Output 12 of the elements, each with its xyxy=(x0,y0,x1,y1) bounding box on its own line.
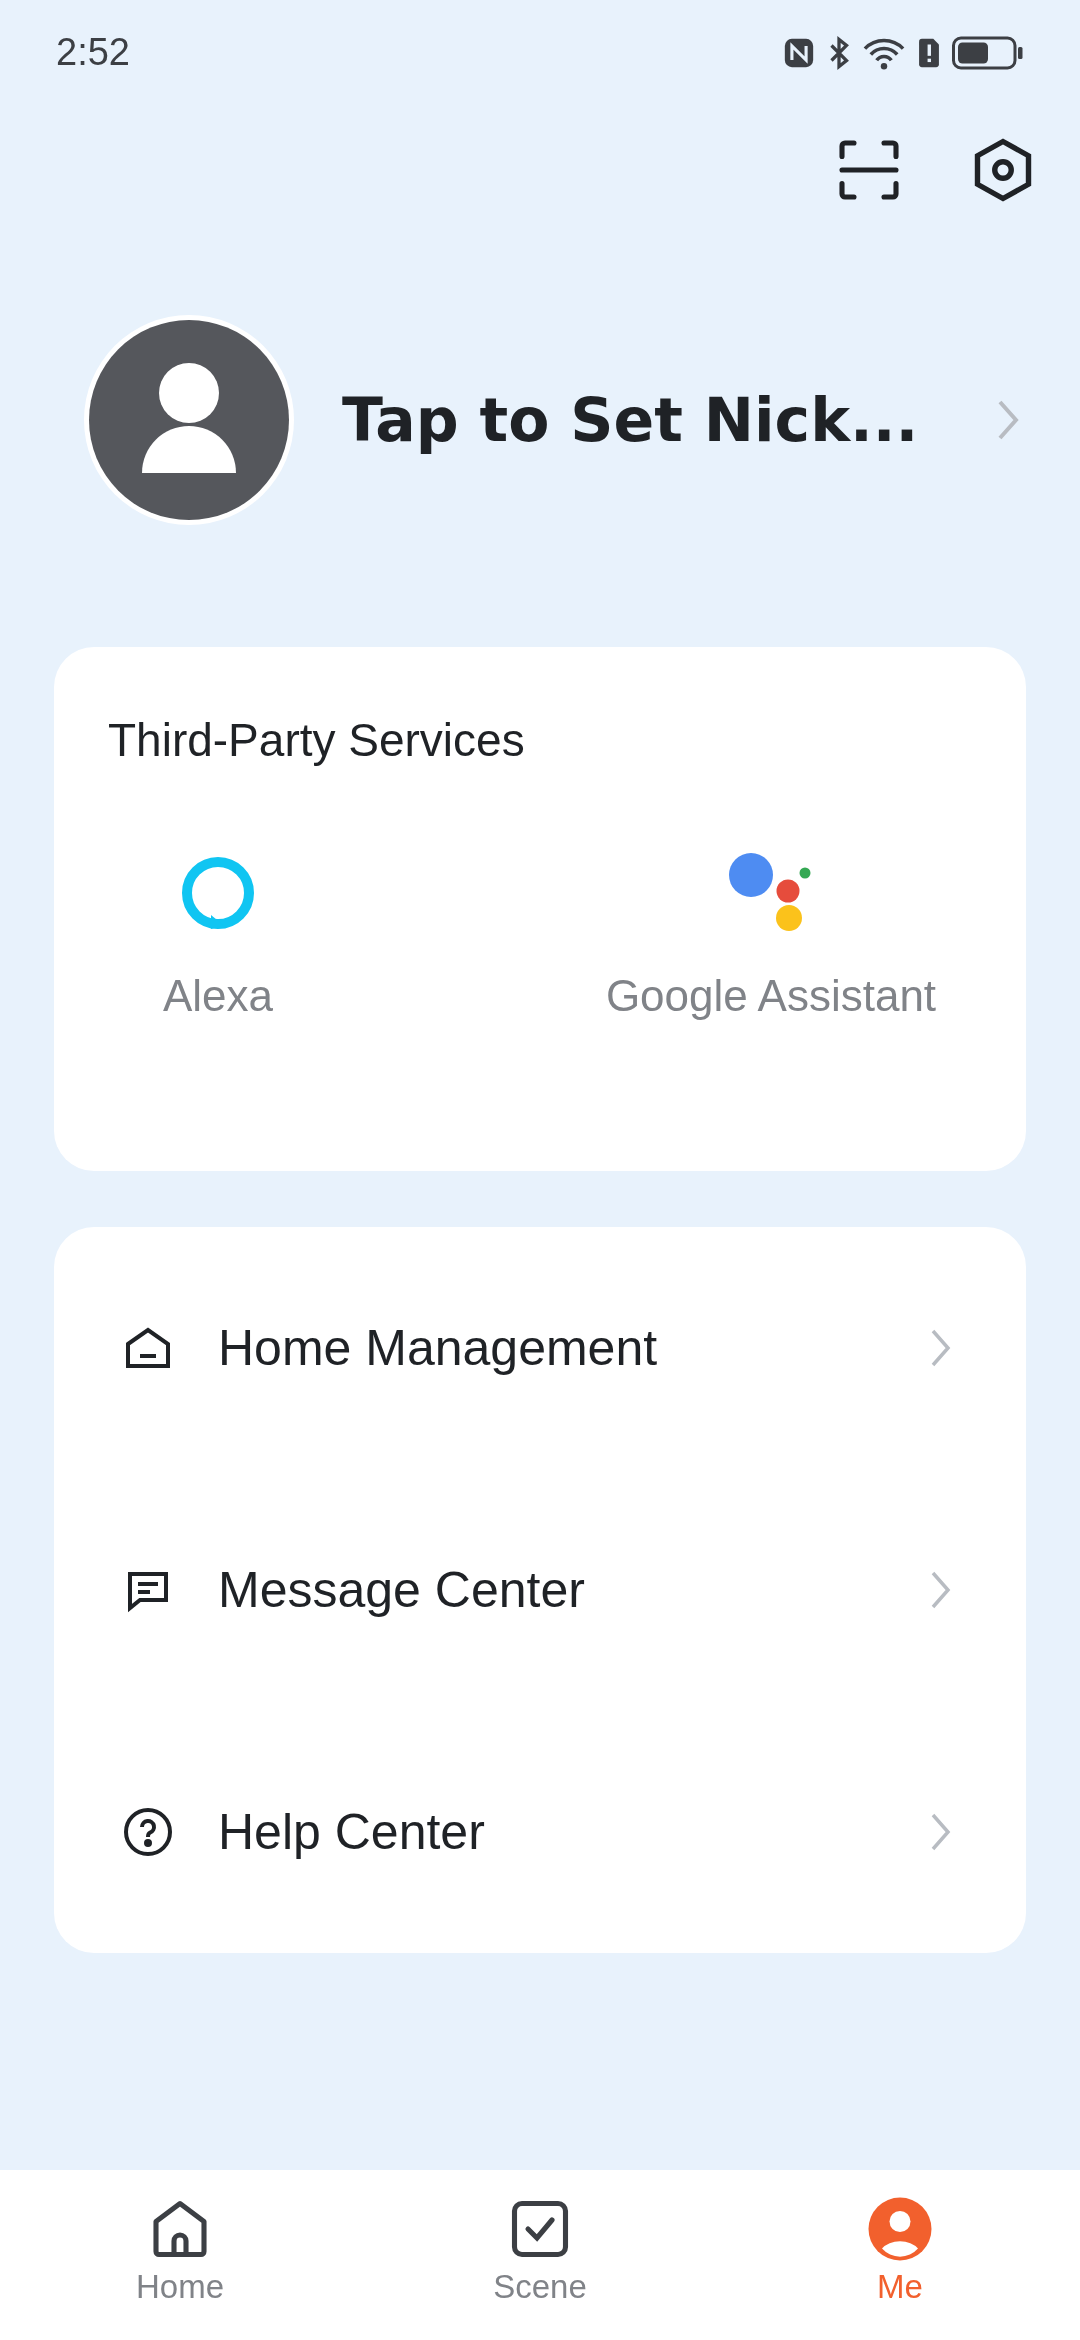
service-item[interactable]: Google Assistant xyxy=(576,853,966,1021)
menu-item[interactable]: Home Management xyxy=(54,1227,1026,1469)
tab[interactable]: Home xyxy=(0,2170,360,2340)
tab[interactable]: Scene xyxy=(360,2170,720,2340)
service-item[interactable]: Alexa xyxy=(78,853,358,1021)
nickname: Tap to Set Nick... xyxy=(342,385,920,455)
profile-row[interactable]: Tap to Set Nick... xyxy=(0,313,1080,527)
menu-item[interactable]: Help Center xyxy=(54,1711,1026,1953)
tab[interactable]: Me xyxy=(720,2170,1080,2340)
status-time: 2:52 xyxy=(56,31,130,74)
menu-item[interactable]: Message Center xyxy=(54,1469,1026,1711)
section-title: Third-Party Services xyxy=(108,713,526,767)
